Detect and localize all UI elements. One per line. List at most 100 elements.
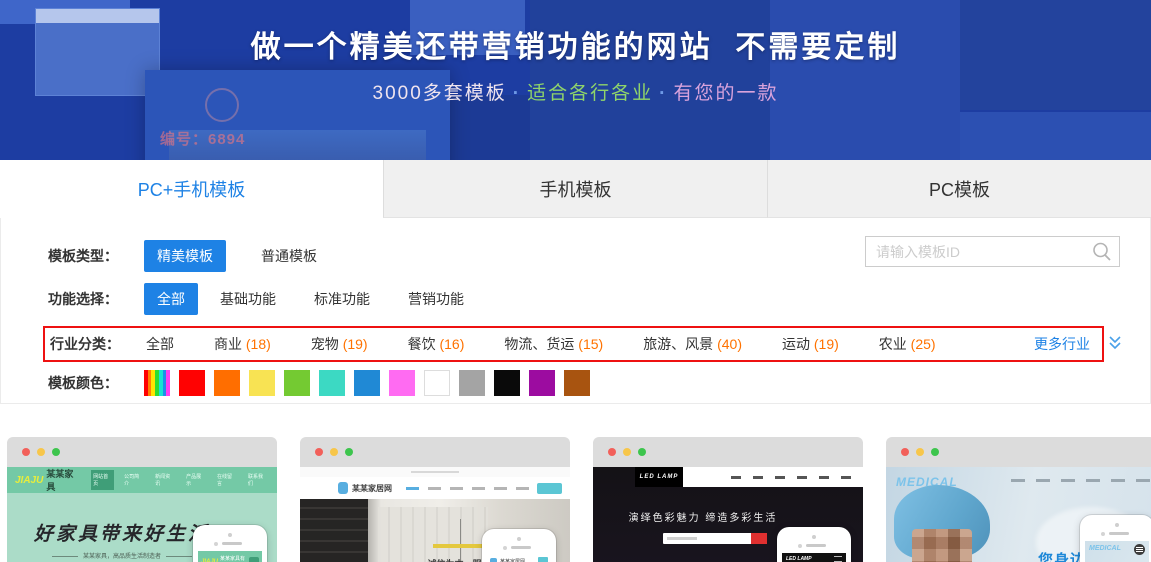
mini-search-button — [751, 533, 767, 544]
tab-pc-plus-mobile[interactable]: PC+手机模板 — [0, 160, 383, 218]
phone-camera-icon — [812, 535, 816, 539]
chevron-double-down-icon[interactable] — [1108, 335, 1122, 356]
traffic-light-yellow-icon — [916, 448, 924, 456]
color-swatch-blue[interactable] — [354, 370, 380, 396]
phone-speaker-icon — [1109, 532, 1129, 535]
hamburger-menu-icon — [834, 556, 842, 562]
industry-option-agriculture[interactable]: 农业 (25) — [879, 334, 936, 354]
template-card-led-lighting[interactable]: LED LAMP 演绎色彩魅力 缔造多彩生活 我们的产品 LED LAMP — [593, 437, 863, 562]
template-card-furniture[interactable]: JIAJU 某某家具 网站首页 公司简介 新闻资讯 产品展示 在线留言 联系我们… — [7, 437, 277, 562]
color-swatch-multicolor[interactable] — [144, 370, 170, 396]
mini-site-tagline: 某某家具，高品质生活制造者 — [27, 551, 217, 560]
industry-option-business[interactable]: 商业 (18) — [214, 334, 271, 354]
mini-site-header: JIAJU 某某家具 网站首页 公司简介 新闻资讯 产品展示 在线留言 联系我们 — [7, 467, 277, 493]
hero-banner: 编号：6894 做一个精美还带营销功能的网站 不需要定制 3000多套模板·适合… — [0, 0, 1151, 160]
phone-camera-icon — [517, 537, 521, 541]
industry-option-catering[interactable]: 餐饮 (16) — [408, 334, 465, 354]
phone-camera-icon — [228, 533, 232, 537]
industry-option-sports[interactable]: 运动 (19) — [782, 334, 839, 354]
color-swatch-purple[interactable] — [529, 370, 555, 396]
tab-pc[interactable]: PC模板 — [767, 160, 1151, 218]
template-card-home-furnishing[interactable]: 某某家居网 诚信为本，服务至上 — [300, 437, 570, 562]
browser-chrome — [7, 437, 277, 467]
industry-option-travel[interactable]: 旅游、风景 (40) — [643, 334, 742, 354]
template-card-grid: JIAJU 某某家具 网站首页 公司简介 新闻资讯 产品展示 在线留言 联系我们… — [0, 437, 1151, 562]
traffic-light-red-icon — [608, 448, 616, 456]
browser-chrome — [886, 437, 1151, 467]
template-screenshot: MEDICAL 您身边 Your heal. MEDICAL 您身边的健康顾问 — [886, 467, 1151, 562]
mini-search-bar — [663, 533, 767, 544]
phone-mockup: 某某家居网 — [482, 529, 556, 562]
phone-screen: MEDICAL 您身边的健康顾问 — [1085, 541, 1149, 562]
mini-site-slogan-cn: 您身边 — [1038, 549, 1086, 562]
phone-screen: 某某家居网 — [487, 555, 551, 562]
function-option-marketing[interactable]: 营销功能 — [408, 289, 464, 309]
hamburger-menu-icon — [1134, 544, 1145, 555]
phone-mockup: LED LAMP 演绎色彩魅力 缔造多彩生活 — [777, 527, 851, 562]
industry-option-all[interactable]: 全部 — [146, 334, 174, 354]
template-color-label: 模板颜色： — [48, 373, 144, 393]
color-swatch-green[interactable] — [284, 370, 310, 396]
filter-panel: 模板类型： 精美模板 普通模板 功能选择： 全部 基础功能 标准功能 营销功能 … — [0, 218, 1151, 404]
template-id-search — [865, 236, 1120, 267]
color-swatch-brown[interactable] — [564, 370, 590, 396]
filter-row-color: 模板颜色： — [48, 370, 1150, 396]
color-swatch-gray[interactable] — [459, 370, 485, 396]
function-option-basic[interactable]: 基础功能 — [220, 289, 276, 309]
color-swatch-teal[interactable] — [319, 370, 345, 396]
type-option-normal[interactable]: 普通模板 — [248, 240, 330, 272]
phone-speaker-dot-icon — [214, 542, 218, 546]
template-type-label: 模板类型： — [48, 246, 144, 266]
traffic-light-yellow-icon — [623, 448, 631, 456]
hero-collage-block — [960, 112, 1151, 160]
traffic-light-green-icon — [52, 448, 60, 456]
mini-site-slogan: 演绎色彩魅力 缔造多彩生活 — [593, 509, 813, 524]
mini-site-header: 某某家居网 — [300, 477, 570, 499]
phone-speaker-icon — [222, 542, 242, 545]
mini-site-logo-icon — [338, 482, 348, 494]
function-option-all[interactable]: 全部 — [144, 283, 198, 315]
color-swatch-orange[interactable] — [214, 370, 240, 396]
mini-site-nav: 网站首页 公司简介 新闻资讯 产品展示 在线留言 联系我们 — [91, 470, 269, 490]
color-swatch-red[interactable] — [179, 370, 205, 396]
search-input[interactable] — [865, 236, 1120, 267]
phone-speaker-icon — [806, 544, 826, 547]
color-swatch-yellow[interactable] — [249, 370, 275, 396]
hero-subtitle-part2: 适合各行各业 — [527, 83, 653, 104]
tab-mobile[interactable]: 手机模板 — [383, 160, 767, 218]
phone-screen: JIAJU 某某家具有限公司 好家具带来好生活！ — [198, 551, 262, 562]
mini-search-box — [537, 483, 562, 494]
hero-title: 做一个精美还带营销功能的网站 不需要定制 — [0, 22, 1151, 66]
color-swatch-white[interactable] — [424, 370, 450, 396]
type-option-premium[interactable]: 精美模板 — [144, 240, 226, 272]
template-screenshot: JIAJU 某某家具 网站首页 公司简介 新闻资讯 产品展示 在线留言 联系我们… — [7, 467, 277, 562]
template-screenshot: 某某家居网 诚信为本，服务至上 — [300, 467, 570, 562]
mini-site-logo: LED LAMP — [635, 467, 683, 487]
traffic-light-green-icon — [345, 448, 353, 456]
traffic-light-yellow-icon — [330, 448, 338, 456]
hero-subtitle-part3: 有您的一款 — [673, 83, 778, 104]
phone-speaker-dot-icon — [798, 544, 802, 548]
search-icon[interactable] — [1091, 241, 1113, 268]
phone-mockup: JIAJU 某某家具有限公司 好家具带来好生活！ — [193, 525, 267, 562]
function-label: 功能选择： — [48, 289, 144, 309]
template-card-medical[interactable]: MEDICAL 您身边 Your heal. MEDICAL 您身边的健康顾问 — [886, 437, 1151, 562]
subtitle-separator: · — [513, 83, 521, 104]
filter-row-industry: 行业分类： 全部 商业 (18) 宠物 (19) 餐饮 (16) 物流、货运 (… — [43, 326, 1150, 362]
traffic-light-green-icon — [931, 448, 939, 456]
phone-camera-icon — [1115, 523, 1119, 527]
color-swatch-pink[interactable] — [389, 370, 415, 396]
hero-collage-template-id: 编号：6894 — [160, 128, 245, 149]
mini-site-nav — [683, 467, 863, 487]
function-option-standard[interactable]: 标准功能 — [314, 289, 370, 309]
hero-subtitle: 3000多套模板·适合各行各业·有您的一款 — [0, 78, 1151, 105]
more-industries-link[interactable]: 更多行业 — [1034, 334, 1090, 354]
mini-site-header: LED LAMP — [593, 467, 863, 493]
phone-speaker-dot-icon — [1101, 532, 1105, 536]
phone-speaker-dot-icon — [503, 546, 507, 550]
industry-option-logistics[interactable]: 物流、货运 (15) — [504, 334, 603, 354]
color-swatch-black[interactable] — [494, 370, 520, 396]
mini-site-nav — [406, 487, 529, 490]
filter-row-function: 功能选择： 全部 基础功能 标准功能 营销功能 — [48, 283, 1150, 315]
industry-option-pets[interactable]: 宠物 (19) — [311, 334, 368, 354]
